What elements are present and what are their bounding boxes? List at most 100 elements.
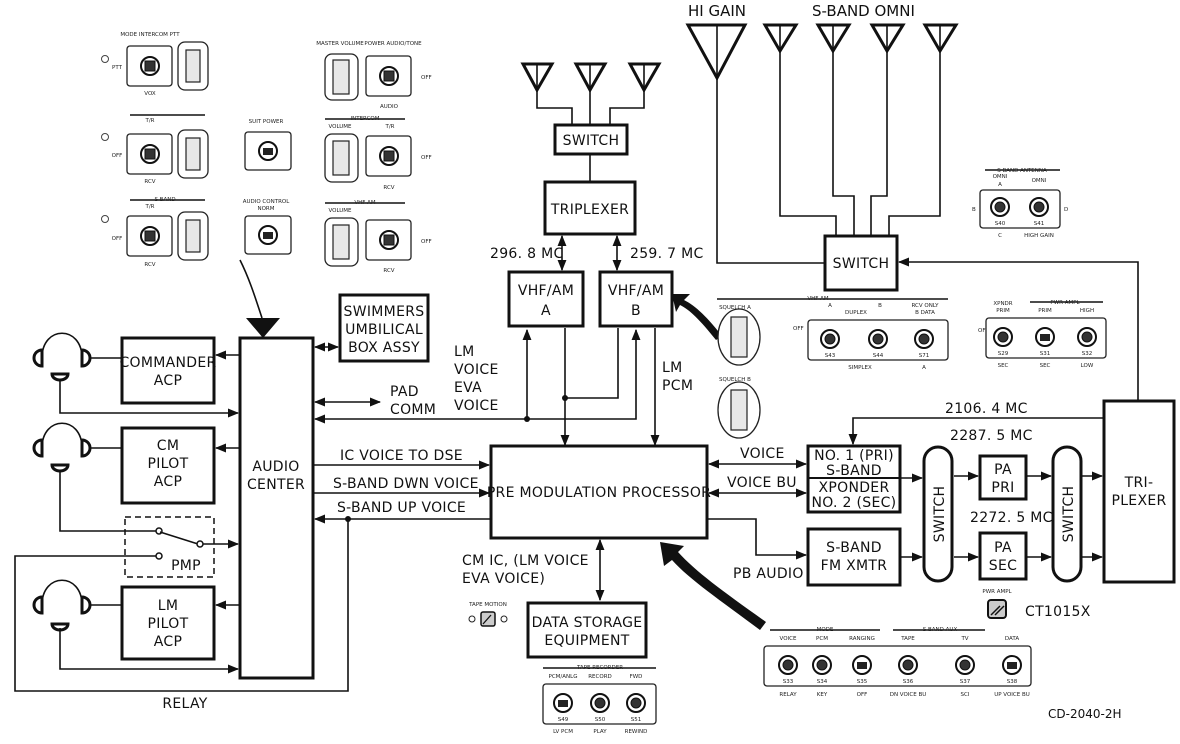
sband-volume-thumbwheel[interactable] — [185, 219, 201, 253]
pwr-ampl-group-label: PWR AMPL — [1050, 300, 1080, 306]
sband-fm-xmtr-block — [806, 527, 902, 587]
switch-2-label: SWITCH — [1061, 486, 1077, 543]
vhf-off-label: OFF — [112, 153, 123, 159]
omni-a-label: OMNI — [993, 174, 1008, 180]
pa-pri-label: PA — [994, 462, 1012, 478]
pointer-arrow-icon — [672, 294, 722, 340]
sband-off-label: OFF — [112, 236, 123, 242]
sband-triplexer-block — [1102, 399, 1176, 584]
intercom-volume-label: VOLUME — [328, 124, 352, 130]
cm-pilot-label: CM — [157, 438, 179, 454]
master-volume-thumbwheel[interactable] — [332, 59, 350, 95]
ptt-label: PTT — [112, 65, 123, 71]
cm-ic-label: CM IC, (LM VOICE — [462, 553, 589, 569]
mode-sband-aux-panel: MODE S BAND AUX VOICE PCM RANGING TAPE T… — [763, 627, 1032, 698]
pad-comm-sub: COMM — [390, 402, 436, 418]
vhf-am-b-label: B — [878, 303, 882, 309]
s32-label: S32 — [1082, 351, 1093, 357]
power-audio-tone-label: POWER AUDIO/TONE — [364, 41, 422, 47]
master-volume-label: MASTER VOLUME — [316, 41, 364, 47]
commander-acp-label: COMMANDER — [119, 355, 216, 371]
record-label: RECORD — [588, 674, 612, 680]
switch-1-label: SWITCH — [932, 486, 948, 543]
s50-label: S50 — [595, 717, 606, 723]
vhf-am-a-sub: A — [541, 303, 551, 319]
vox-label: VOX — [144, 91, 156, 97]
voice-label: VOICE — [740, 446, 785, 462]
fm-xmtr-label: S-BAND — [826, 540, 882, 556]
vhf-rcv-label: RCV — [144, 179, 155, 185]
eva-voice-sub: VOICE — [454, 398, 499, 414]
sband-omni-label: S-BAND OMNI — [812, 2, 915, 20]
mode-group-label: MODE — [817, 627, 834, 633]
freq-2272-label: 2272. 5 MC — [970, 510, 1053, 526]
swimmers-label: SWIMMERS — [344, 304, 425, 320]
high-gain-label: HIGH GAIN — [1024, 233, 1054, 239]
pwr-ampl-panel: XPNDR PRIM PWR AMPL PRIM HIGH OFF S29 S3… — [978, 300, 1107, 369]
sband-tr-label: T/R — [144, 204, 154, 210]
c-label: C — [998, 233, 1002, 239]
audio-control-norm-label: NORM — [257, 206, 274, 212]
s33-label: S33 — [783, 679, 794, 685]
cm-ic-sub: EVA VOICE) — [462, 571, 545, 587]
omni-a-sub: A — [998, 182, 1002, 188]
vhf-am-b-sub: B — [631, 303, 641, 319]
pwr-ampl-light-label: PWR AMPL — [982, 589, 1012, 595]
pb-audio-label: PB AUDIO — [733, 566, 804, 582]
suit-power-label: SUIT POWER — [249, 119, 284, 125]
tape-recorder-panel: TAPE RECORDER PCM/ANLG RECORD FWD S49 S5… — [542, 665, 657, 735]
intercom-group-label: INTERCOM — [350, 116, 379, 122]
sband-up-voice-label: S-BAND UP VOICE — [337, 500, 466, 516]
vhf-am-a-label: A — [828, 303, 832, 309]
vhf-am-off-label: OFF — [421, 239, 432, 245]
mode-key-label: KEY — [817, 692, 828, 698]
tape-motion-label: TAPE MOTION — [468, 602, 507, 608]
audio-control-label: AUDIO CONTROL — [243, 199, 291, 205]
lm-pilot-sub: PILOT — [148, 616, 189, 632]
intercom-rcv-label: RCV — [383, 185, 394, 191]
lm-voice-label: LM — [454, 344, 474, 360]
relay-label: RELAY — [162, 696, 207, 712]
pmp-label: PMP — [171, 558, 201, 574]
vhf-panel-off-label: OFF — [793, 326, 804, 332]
lm-pcm-sub: PCM — [662, 378, 693, 394]
s40-label: S40 — [995, 221, 1006, 227]
vhf-am-volume-label: VOLUME — [328, 208, 352, 214]
play-label: PLAY — [593, 729, 607, 735]
omni-label: OMNI — [1032, 178, 1047, 184]
sband-triplexer-label: TRI- — [1124, 475, 1154, 491]
drawing-code-label: CD-2040-2H — [1048, 707, 1121, 721]
voice-bu-label: VOICE BU — [727, 475, 797, 491]
cm-pilot-sub: PILOT — [148, 456, 189, 472]
freq-2106-label: 2106. 4 MC — [945, 401, 1028, 417]
vhf-volume-thumbwheel[interactable] — [185, 137, 201, 171]
acp-volume-thumbwheel[interactable] — [185, 49, 201, 83]
cm-pilot-sub2: ACP — [154, 474, 182, 490]
vhf-am-volume-thumbwheel[interactable] — [332, 224, 350, 260]
s37-label: S37 — [960, 679, 971, 685]
pa-sec-sub: SEC — [989, 558, 1017, 574]
duplex-label: DUPLEX — [845, 310, 867, 316]
squelch-b-thumbwheel[interactable] — [730, 389, 748, 431]
mode-pcm-label: PCM — [816, 636, 828, 642]
s34-label: S34 — [817, 679, 828, 685]
s41-label: S41 — [1034, 221, 1045, 227]
intercom-off-label: OFF — [421, 155, 432, 161]
sband-group-label: S BAND — [154, 197, 175, 203]
pointer-arrow-icon — [660, 542, 766, 630]
pwr-sec2-label: SEC — [1040, 363, 1051, 369]
s38-label: S38 — [1007, 679, 1018, 685]
swimmers-sub: UMBILICAL — [345, 322, 423, 338]
sband-rcv-label: RCV — [144, 262, 155, 268]
squelch-a-thumbwheel[interactable] — [730, 316, 748, 358]
s29-label: S29 — [998, 351, 1009, 357]
eva-label: EVA — [454, 380, 482, 396]
simplex-label: SIMPLEX — [848, 365, 872, 371]
s36-label: S36 — [903, 679, 914, 685]
s44-label: S44 — [873, 353, 884, 359]
s51-label: S51 — [631, 717, 642, 723]
intercom-volume-thumbwheel[interactable] — [332, 140, 350, 176]
rcv-only-label: RCV ONLY — [911, 303, 939, 309]
sband-antenna-switch-label: SWITCH — [833, 256, 890, 272]
sband-antenna-panel: S BAND ANTENNA OMNI A OMNI B D S40 S41 C… — [972, 168, 1068, 239]
